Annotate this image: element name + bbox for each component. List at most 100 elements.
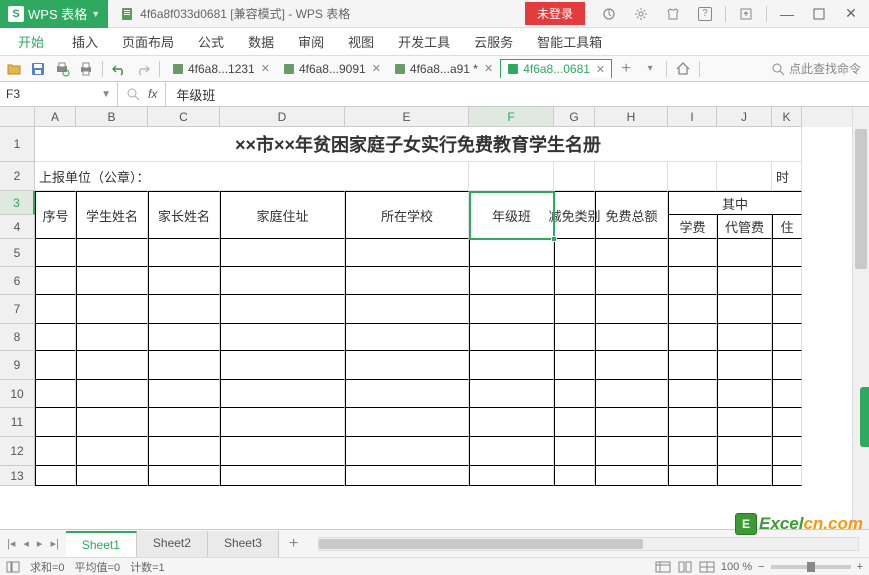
header-c1[interactable]: 序号 <box>35 191 76 239</box>
data-cell[interactable] <box>148 351 220 380</box>
data-cell[interactable] <box>554 437 595 466</box>
data-cell[interactable] <box>76 324 148 351</box>
skin-icon[interactable] <box>659 2 687 26</box>
data-cell[interactable] <box>35 437 76 466</box>
data-cell[interactable] <box>469 295 554 324</box>
name-box-dropdown-icon[interactable]: ▼ <box>101 89 111 100</box>
add-sheet-button[interactable]: + <box>279 531 308 557</box>
close-button[interactable]: ✕ <box>837 2 865 26</box>
data-cell[interactable] <box>345 466 469 486</box>
data-cell[interactable] <box>148 239 220 267</box>
data-cell[interactable] <box>717 380 772 408</box>
data-cell[interactable] <box>35 408 76 437</box>
row-header-11[interactable]: 11 <box>0 408 35 437</box>
data-cell[interactable] <box>345 408 469 437</box>
data-cell[interactable] <box>220 295 345 324</box>
select-all-corner[interactable] <box>0 107 35 127</box>
row-header-10[interactable]: 10 <box>0 380 35 408</box>
col-header-H[interactable]: H <box>595 107 668 127</box>
data-cell[interactable] <box>220 351 345 380</box>
zoom-slider[interactable] <box>771 565 851 569</box>
data-cell[interactable] <box>668 380 717 408</box>
min-ribbon-icon[interactable] <box>732 2 760 26</box>
data-cell[interactable] <box>668 351 717 380</box>
report-unit-cell[interactable]: 上报单位（公章）： <box>35 162 469 191</box>
row-header-8[interactable]: 8 <box>0 324 35 351</box>
data-cell[interactable] <box>668 466 717 486</box>
data-cell[interactable] <box>595 380 668 408</box>
column-headers[interactable]: ABCDEFGHIJK <box>35 107 869 127</box>
data-cell[interactable] <box>76 295 148 324</box>
data-cell[interactable] <box>76 351 148 380</box>
doc-tab-2[interactable]: 4f6a8...a91 *✕ <box>388 60 500 78</box>
row-header-13[interactable]: 13 <box>0 466 35 486</box>
data-cell[interactable] <box>220 324 345 351</box>
data-cell[interactable] <box>35 466 76 486</box>
last-sheet-icon[interactable]: ▸| <box>47 535 61 552</box>
data-cell[interactable] <box>717 351 772 380</box>
menu-item-1[interactable]: 插入 <box>60 31 110 54</box>
header-c6[interactable]: 年级班 <box>469 191 554 239</box>
open-icon[interactable] <box>4 59 24 79</box>
data-cell[interactable] <box>668 408 717 437</box>
wps-logo[interactable]: S WPS 表格 ▼ <box>0 0 108 28</box>
data-cell[interactable] <box>35 239 76 267</box>
doc-tab-3[interactable]: 4f6a8...0681✕ <box>500 59 612 78</box>
redo-icon[interactable] <box>133 59 153 79</box>
first-sheet-icon[interactable]: |◂ <box>4 535 18 552</box>
data-cell[interactable] <box>76 437 148 466</box>
cell[interactable] <box>469 162 554 191</box>
print-icon[interactable] <box>76 59 96 79</box>
help-icon[interactable]: ? <box>691 2 719 26</box>
next-sheet-icon[interactable]: ▸ <box>34 535 46 552</box>
menu-item-9[interactable]: 智能工具箱 <box>525 31 614 54</box>
row-header-9[interactable]: 9 <box>0 351 35 380</box>
data-cell[interactable] <box>469 239 554 267</box>
data-cell[interactable] <box>469 351 554 380</box>
data-cell[interactable] <box>772 324 802 351</box>
data-cell[interactable] <box>595 239 668 267</box>
col-header-G[interactable]: G <box>554 107 595 127</box>
data-cell[interactable] <box>345 295 469 324</box>
side-tab[interactable] <box>860 387 869 447</box>
data-cell[interactable] <box>554 351 595 380</box>
print-preview-icon[interactable] <box>52 59 72 79</box>
data-cell[interactable] <box>554 324 595 351</box>
vertical-scrollbar[interactable] <box>852 107 869 529</box>
data-cell[interactable] <box>717 437 772 466</box>
col-header-E[interactable]: E <box>345 107 469 127</box>
col-header-I[interactable]: I <box>668 107 717 127</box>
col-header-K[interactable]: K <box>772 107 802 127</box>
data-cell[interactable] <box>595 437 668 466</box>
data-cell[interactable] <box>668 239 717 267</box>
doc-tab-1[interactable]: 4f6a8...9091✕ <box>277 60 388 78</box>
data-cell[interactable] <box>220 267 345 295</box>
menu-item-8[interactable]: 云服务 <box>462 31 525 54</box>
header-c7[interactable]: 减免类别 <box>554 191 595 239</box>
data-cell[interactable] <box>668 267 717 295</box>
cell[interactable] <box>717 162 772 191</box>
zoom-out-button[interactable]: − <box>758 561 764 573</box>
name-box[interactable]: F3 ▼ <box>0 82 118 106</box>
settings-icon[interactable] <box>627 2 655 26</box>
menu-item-5[interactable]: 审阅 <box>286 31 336 54</box>
data-cell[interactable] <box>148 267 220 295</box>
data-cell[interactable] <box>717 408 772 437</box>
data-cell[interactable] <box>76 380 148 408</box>
header-sub-j[interactable]: 代管费 <box>717 215 772 239</box>
data-cell[interactable] <box>595 267 668 295</box>
close-tab-icon[interactable]: ✕ <box>261 62 270 75</box>
data-cell[interactable] <box>35 324 76 351</box>
col-header-D[interactable]: D <box>220 107 345 127</box>
data-cell[interactable] <box>345 351 469 380</box>
header-c2[interactable]: 学生姓名 <box>76 191 148 239</box>
data-cell[interactable] <box>595 351 668 380</box>
data-cell[interactable] <box>772 408 802 437</box>
data-cell[interactable] <box>772 239 802 267</box>
add-tab-icon[interactable]: + <box>616 59 636 79</box>
header-c3[interactable]: 家长姓名 <box>148 191 220 239</box>
row-header-12[interactable]: 12 <box>0 437 35 466</box>
data-cell[interactable] <box>668 437 717 466</box>
data-cell[interactable] <box>469 466 554 486</box>
data-cell[interactable] <box>345 239 469 267</box>
